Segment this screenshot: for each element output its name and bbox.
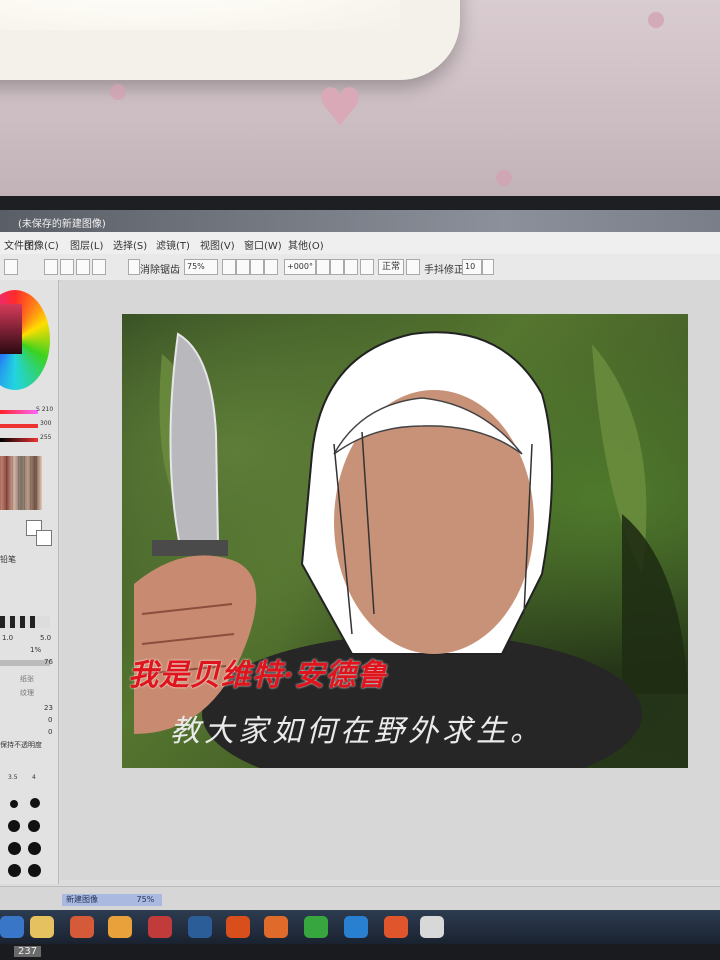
menu-layer[interactable]: 图层(L): [70, 237, 103, 252]
mode-icon[interactable]: [406, 259, 420, 275]
folder-icon[interactable]: [30, 916, 54, 938]
brush-shape-row[interactable]: [0, 616, 50, 628]
brush-size-label: 3.5: [8, 774, 18, 781]
menu-view[interactable]: 视图(V): [200, 237, 235, 252]
monitor-bezel: (未保存的新建图像) 文件(F) 图像(C) 图层(L) 选择(S) 滤镜(T)…: [0, 196, 720, 960]
clock-badge: 237: [14, 946, 42, 957]
app-icon[interactable]: [264, 916, 288, 938]
brush-size-dot[interactable]: [10, 800, 18, 808]
texture-label: 纹理: [20, 689, 34, 697]
zoom-field[interactable]: 75%: [184, 259, 218, 275]
artwork-illustration: [134, 331, 688, 768]
zoom-reset-icon[interactable]: [264, 259, 278, 275]
stabilizer-label: 手抖修正: [424, 265, 464, 276]
room-wall: ♥: [0, 0, 720, 215]
media-icon[interactable]: [70, 916, 94, 938]
brush-size-dot[interactable]: [28, 864, 41, 877]
menu-other[interactable]: 其他(O): [288, 237, 324, 252]
blend-mode-select[interactable]: 正常: [378, 259, 404, 275]
flip-icon[interactable]: [360, 259, 374, 275]
wall-dot: [496, 170, 512, 186]
rotate-right-icon[interactable]: [330, 259, 344, 275]
zoom-out-icon[interactable]: [222, 259, 236, 275]
zoom-in-icon[interactable]: [236, 259, 250, 275]
slider-value: 255: [40, 434, 52, 441]
player-icon[interactable]: [304, 916, 328, 938]
menu-filter[interactable]: 滤镜(T): [156, 237, 190, 252]
select-mode-icon[interactable]: [44, 259, 58, 275]
density-slider[interactable]: [0, 660, 50, 666]
zoom-label: 75%: [136, 895, 155, 904]
slider-value: 300: [40, 420, 52, 427]
start-icon[interactable]: [0, 916, 24, 938]
paper-label: 纸张: [20, 675, 34, 683]
caption-white: 教大家如何在野外求生。: [170, 714, 544, 749]
sat-slider[interactable]: [0, 424, 38, 428]
value-0: 0: [48, 728, 53, 736]
photoshop-icon[interactable]: [188, 916, 212, 938]
screen: (未保存的新建图像) 文件(F) 图像(C) 图层(L) 选择(S) 滤镜(T)…: [0, 210, 720, 910]
brush-size-dot[interactable]: [8, 842, 21, 855]
menu-select[interactable]: 选择(S): [113, 237, 147, 252]
zoom-fit-icon[interactable]: [250, 259, 264, 275]
hue-slider[interactable]: [0, 410, 38, 414]
left-tool-panel: S 210 300 255 铅笔 1.0 5.0 1% 76 纸张 纹理 23 …: [0, 280, 59, 884]
rotate-reset-icon[interactable]: [344, 259, 358, 275]
status-bar: 新建图像 75%: [0, 886, 720, 910]
taskbar: [0, 910, 720, 944]
brush-size-label: 4: [32, 774, 36, 781]
brush-size-dot[interactable]: [30, 798, 40, 808]
value-0: 0: [48, 716, 53, 724]
color-swatches[interactable]: [0, 456, 42, 510]
select-mode-icon[interactable]: [76, 259, 90, 275]
size-value: 5.0: [40, 634, 52, 642]
brush-size-dot[interactable]: [28, 820, 40, 832]
lamp-glow: [0, 0, 400, 30]
dropdown-icon[interactable]: [482, 259, 494, 275]
wall-dot: [110, 84, 126, 100]
tool-options-bar: 消除锯齿 75% +000° 正常 手抖修正 10: [0, 254, 720, 281]
rotate-left-icon[interactable]: [316, 259, 330, 275]
stabilizer-field[interactable]: 10: [462, 259, 482, 275]
val-slider[interactable]: [0, 438, 38, 442]
menu-image[interactable]: 图像(C): [24, 237, 59, 252]
color-square[interactable]: [0, 304, 22, 354]
window-titlebar: (未保存的新建图像): [0, 210, 720, 232]
menu-window[interactable]: 窗口(W): [244, 237, 282, 252]
app-icon[interactable]: [226, 916, 250, 938]
opacity-value: 1.0: [2, 634, 14, 642]
artwork-canvas[interactable]: [122, 314, 688, 768]
caption-red: 我是贝维特·安德鲁: [128, 658, 388, 693]
select-mode-icon[interactable]: [92, 259, 106, 275]
brush-size-dot[interactable]: [8, 864, 21, 877]
antialias-label: 消除锯齿: [140, 265, 180, 276]
desk-lamp: [0, 0, 460, 80]
paint-tool-sai-icon[interactable]: [420, 916, 444, 938]
antialias-checkbox[interactable]: [128, 259, 140, 275]
chrome-icon[interactable]: [384, 916, 408, 938]
game-icon[interactable]: [148, 916, 172, 938]
brush-size-dot[interactable]: [28, 842, 41, 855]
density-value: 76: [44, 658, 53, 666]
keep-opacity-label: 保持不透明度: [0, 741, 42, 749]
window-title: (未保存的新建图像): [18, 219, 106, 230]
heart-decal-icon: ♥: [316, 78, 364, 138]
bottom-strip: 237: [0, 944, 720, 960]
value-23: 23: [44, 704, 53, 712]
tool-label: 铅笔: [0, 555, 16, 564]
rotate-field[interactable]: +000°: [284, 259, 316, 275]
slider-value: S 210: [36, 406, 54, 413]
browser-icon[interactable]: [108, 916, 132, 938]
layer-chip[interactable]: 新建图像 75%: [62, 894, 162, 906]
menu-bar: 文件(F) 图像(C) 图层(L) 选择(S) 滤镜(T) 视图(V) 窗口(W…: [0, 232, 720, 255]
brush-size-dot[interactable]: [8, 820, 20, 832]
canvas-area[interactable]: [60, 280, 720, 880]
ie-icon[interactable]: [344, 916, 368, 938]
layer-label: 新建图像: [66, 895, 98, 904]
checkbox-icon[interactable]: [4, 259, 18, 275]
wall-dot: [648, 12, 664, 28]
select-mode-icon[interactable]: [60, 259, 74, 275]
percent-value: 1%: [30, 646, 42, 654]
secondary-color-swatch[interactable]: [36, 530, 52, 546]
